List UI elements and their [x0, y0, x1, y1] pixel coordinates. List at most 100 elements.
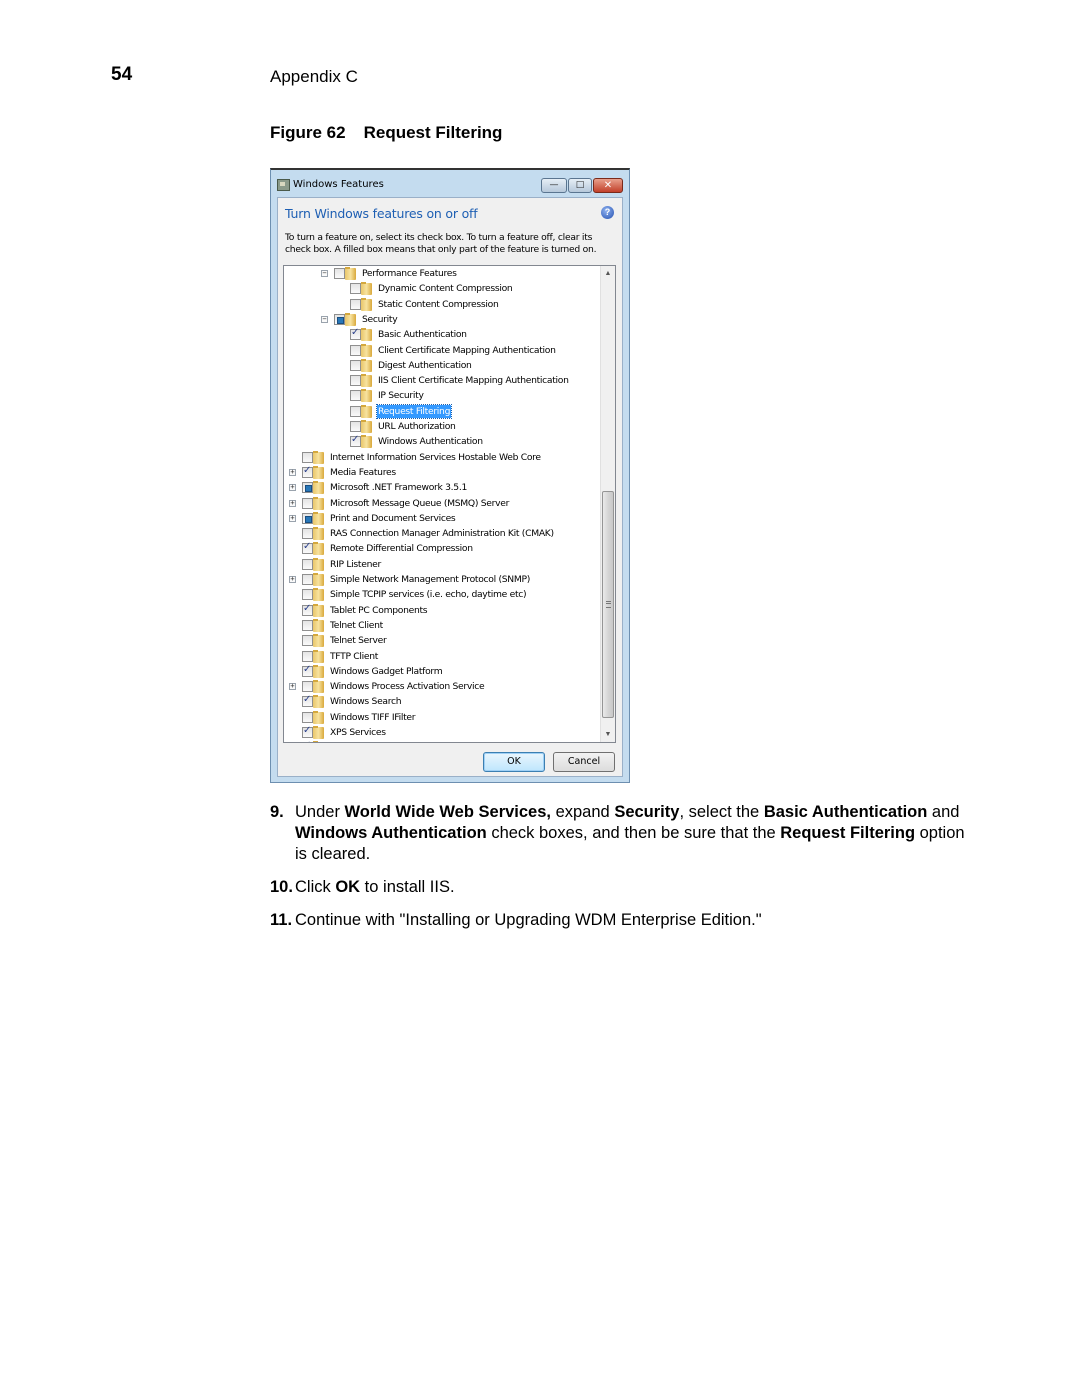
tree-item[interactable]: Digest Authentication: [284, 358, 599, 373]
maximize-button[interactable]: □: [568, 178, 592, 193]
tree-item[interactable]: IIS Client Certificate Mapping Authentic…: [284, 373, 599, 388]
tree-item-label[interactable]: Performance Features: [361, 267, 458, 280]
feature-checkbox[interactable]: [302, 558, 313, 570]
feature-checkbox[interactable]: [350, 359, 361, 371]
tree-item-label[interactable]: Internet Information Services Hostable W…: [329, 451, 542, 464]
expand-icon[interactable]: +: [289, 499, 296, 507]
tree-item-label[interactable]: Client Certificate Mapping Authenticatio…: [377, 344, 557, 357]
tree-item-label[interactable]: Request Filtering: [375, 403, 453, 419]
feature-checkbox[interactable]: [302, 574, 313, 585]
tree-item[interactable]: IP Security: [284, 388, 599, 403]
feature-checkbox[interactable]: [302, 451, 313, 463]
tree-item[interactable]: Tablet PC Components: [284, 603, 599, 618]
tree-item-label[interactable]: Windows Process Activation Service: [329, 680, 485, 693]
tree-item[interactable]: + Print and Document Services: [284, 511, 599, 526]
tree-item[interactable]: RIP Listener: [284, 557, 599, 572]
feature-checkbox[interactable]: [303, 740, 311, 742]
tree-item[interactable]: Windows Gadget Platform: [284, 664, 599, 679]
feature-checkbox[interactable]: [350, 298, 361, 310]
scroll-down-icon[interactable]: ▼: [601, 727, 615, 742]
tree-item[interactable]: − Security: [284, 312, 599, 327]
feature-checkbox[interactable]: [334, 268, 345, 279]
tree-item[interactable]: + Windows Process Activation Service: [284, 679, 599, 694]
collapse-icon[interactable]: −: [321, 270, 328, 277]
expand-icon[interactable]: +: [289, 514, 296, 522]
feature-checkbox[interactable]: [302, 650, 313, 662]
feature-checkbox[interactable]: [302, 725, 313, 738]
tree-item-label[interactable]: Basic Authentication: [377, 328, 468, 341]
help-icon[interactable]: ?: [601, 206, 614, 219]
feature-checkbox[interactable]: [350, 405, 361, 417]
tree-item[interactable]: XPS Services: [284, 725, 599, 740]
tree-item[interactable]: Dynamic Content Compression: [284, 281, 599, 296]
collapse-icon[interactable]: −: [321, 315, 328, 323]
tree-item[interactable]: Windows Authentication: [284, 434, 599, 449]
tree-item-label[interactable]: Simple Network Management Protocol (SNMP…: [329, 573, 531, 586]
tree-item[interactable]: Request Filtering: [284, 403, 599, 419]
feature-checkbox[interactable]: [302, 603, 313, 616]
tree-item-label[interactable]: RAS Connection Manager Administration Ki…: [329, 527, 555, 540]
tree-item[interactable]: Simple TCPIP services (i.e. echo, daytim…: [284, 587, 599, 602]
tree-item[interactable]: + Simple Network Management Protocol (SNM…: [284, 572, 599, 587]
tree-item-label[interactable]: Dynamic Content Compression: [377, 282, 513, 295]
feature-checkbox[interactable]: [350, 421, 361, 432]
feature-checkbox[interactable]: [350, 327, 361, 341]
expand-icon[interactable]: +: [289, 468, 296, 476]
tree-item[interactable]: TFTP Client: [284, 649, 599, 664]
feature-checkbox[interactable]: [302, 664, 313, 677]
tree-item-label[interactable]: XPS Viewer: [329, 741, 380, 742]
tree-item-label[interactable]: Security: [361, 313, 398, 326]
tree-item-label[interactable]: Tablet PC Components: [329, 604, 428, 617]
tree-item-label[interactable]: RIP Listener: [329, 558, 382, 571]
tree-item[interactable]: URL Authorization: [284, 419, 599, 434]
tree-item[interactable]: XPS Viewer: [284, 740, 599, 742]
feature-checkbox[interactable]: [302, 497, 313, 509]
tree-item[interactable]: Remote Differential Compression: [284, 541, 599, 556]
tree-item-label[interactable]: IP Security: [377, 389, 425, 402]
tree-item-label[interactable]: Simple TCPIP services (i.e. echo, daytim…: [329, 588, 527, 601]
feature-checkbox[interactable]: [350, 344, 361, 356]
expand-icon[interactable]: +: [289, 683, 296, 691]
tree-item-label[interactable]: URL Authorization: [377, 420, 457, 433]
feature-checkbox[interactable]: [302, 465, 313, 478]
tree-item[interactable]: Basic Authentication: [284, 327, 599, 342]
title-bar[interactable]: Windows Features — □ ✕: [271, 170, 629, 200]
feature-checkbox[interactable]: [334, 313, 345, 325]
vertical-scrollbar[interactable]: ▲ ▼: [600, 266, 615, 742]
tree-item[interactable]: RAS Connection Manager Administration Ki…: [284, 526, 599, 541]
tree-item-label[interactable]: Digest Authentication: [377, 359, 473, 372]
cancel-button[interactable]: Cancel: [553, 752, 615, 772]
tree-item[interactable]: Client Certificate Mapping Authenticatio…: [284, 343, 599, 358]
feature-checkbox[interactable]: [350, 375, 361, 387]
feature-checkbox[interactable]: [302, 589, 313, 601]
feature-checkbox[interactable]: [302, 512, 313, 524]
feature-checkbox[interactable]: [350, 434, 361, 448]
tree-item-label[interactable]: Microsoft .NET Framework 3.5.1: [329, 481, 468, 494]
tree-item[interactable]: Telnet Server: [284, 633, 599, 648]
feature-checkbox[interactable]: [302, 528, 313, 540]
tree-item-label[interactable]: Telnet Server: [329, 634, 387, 647]
tree-item-label[interactable]: Windows TIFF IFilter: [329, 711, 416, 724]
ok-button[interactable]: OK: [483, 752, 545, 772]
feature-checkbox[interactable]: [302, 681, 313, 693]
tree-item[interactable]: − Performance Features: [284, 266, 599, 281]
minimize-button[interactable]: —: [541, 178, 567, 193]
tree-item-label[interactable]: Microsoft Message Queue (MSMQ) Server: [329, 497, 510, 510]
feature-checkbox[interactable]: [302, 635, 313, 647]
tree-item-label[interactable]: Media Features: [329, 466, 397, 479]
tree-item-label[interactable]: TFTP Client: [329, 650, 379, 663]
tree-item-label[interactable]: Windows Authentication: [377, 435, 484, 448]
close-button[interactable]: ✕: [593, 178, 623, 193]
feature-checkbox[interactable]: [302, 482, 313, 494]
scroll-up-icon[interactable]: ▲: [601, 266, 615, 281]
tree-item-label[interactable]: Print and Document Services: [329, 512, 456, 525]
tree-item[interactable]: + Microsoft Message Queue (MSMQ) Server: [284, 496, 599, 511]
tree-item-label[interactable]: Windows Gadget Platform: [329, 665, 443, 678]
tree-item[interactable]: Windows TIFF IFilter: [284, 710, 599, 725]
feature-checkbox[interactable]: [350, 390, 361, 402]
expand-icon[interactable]: +: [289, 576, 296, 583]
tree-item[interactable]: Internet Information Services Hostable W…: [284, 450, 599, 465]
feature-checkbox[interactable]: [350, 283, 361, 295]
tree-item-label[interactable]: Static Content Compression: [377, 298, 499, 311]
tree-item-label[interactable]: IIS Client Certificate Mapping Authentic…: [377, 374, 570, 387]
